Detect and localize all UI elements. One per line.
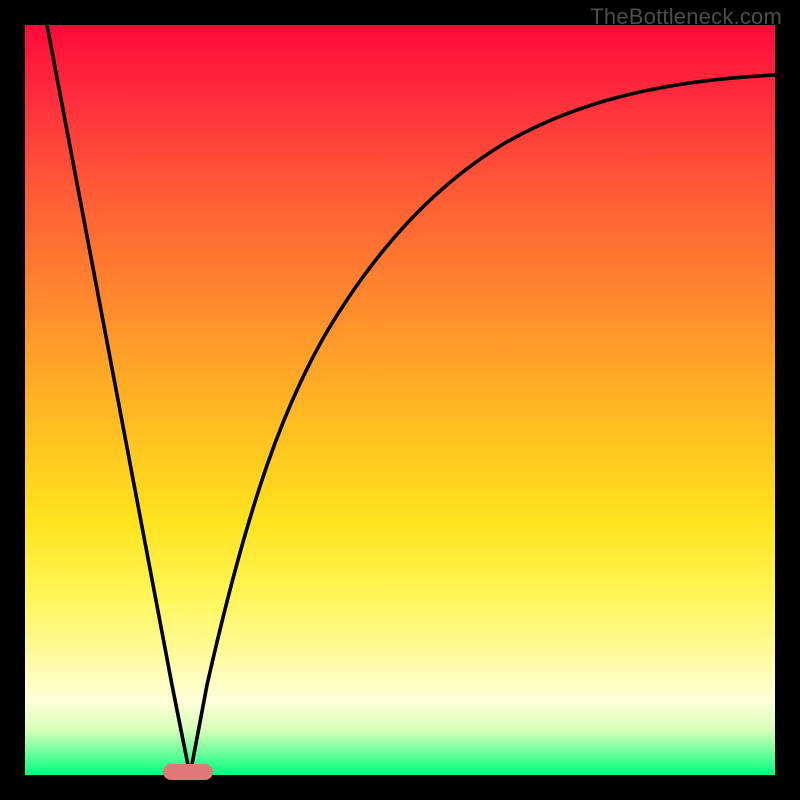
optimum-marker bbox=[163, 764, 213, 780]
watermark-text: TheBottleneck.com bbox=[590, 4, 782, 30]
chart-plot-area bbox=[25, 25, 775, 775]
curve-right-branch bbox=[190, 75, 775, 775]
curve-left-branch bbox=[47, 25, 190, 775]
bottleneck-curve bbox=[25, 25, 775, 775]
